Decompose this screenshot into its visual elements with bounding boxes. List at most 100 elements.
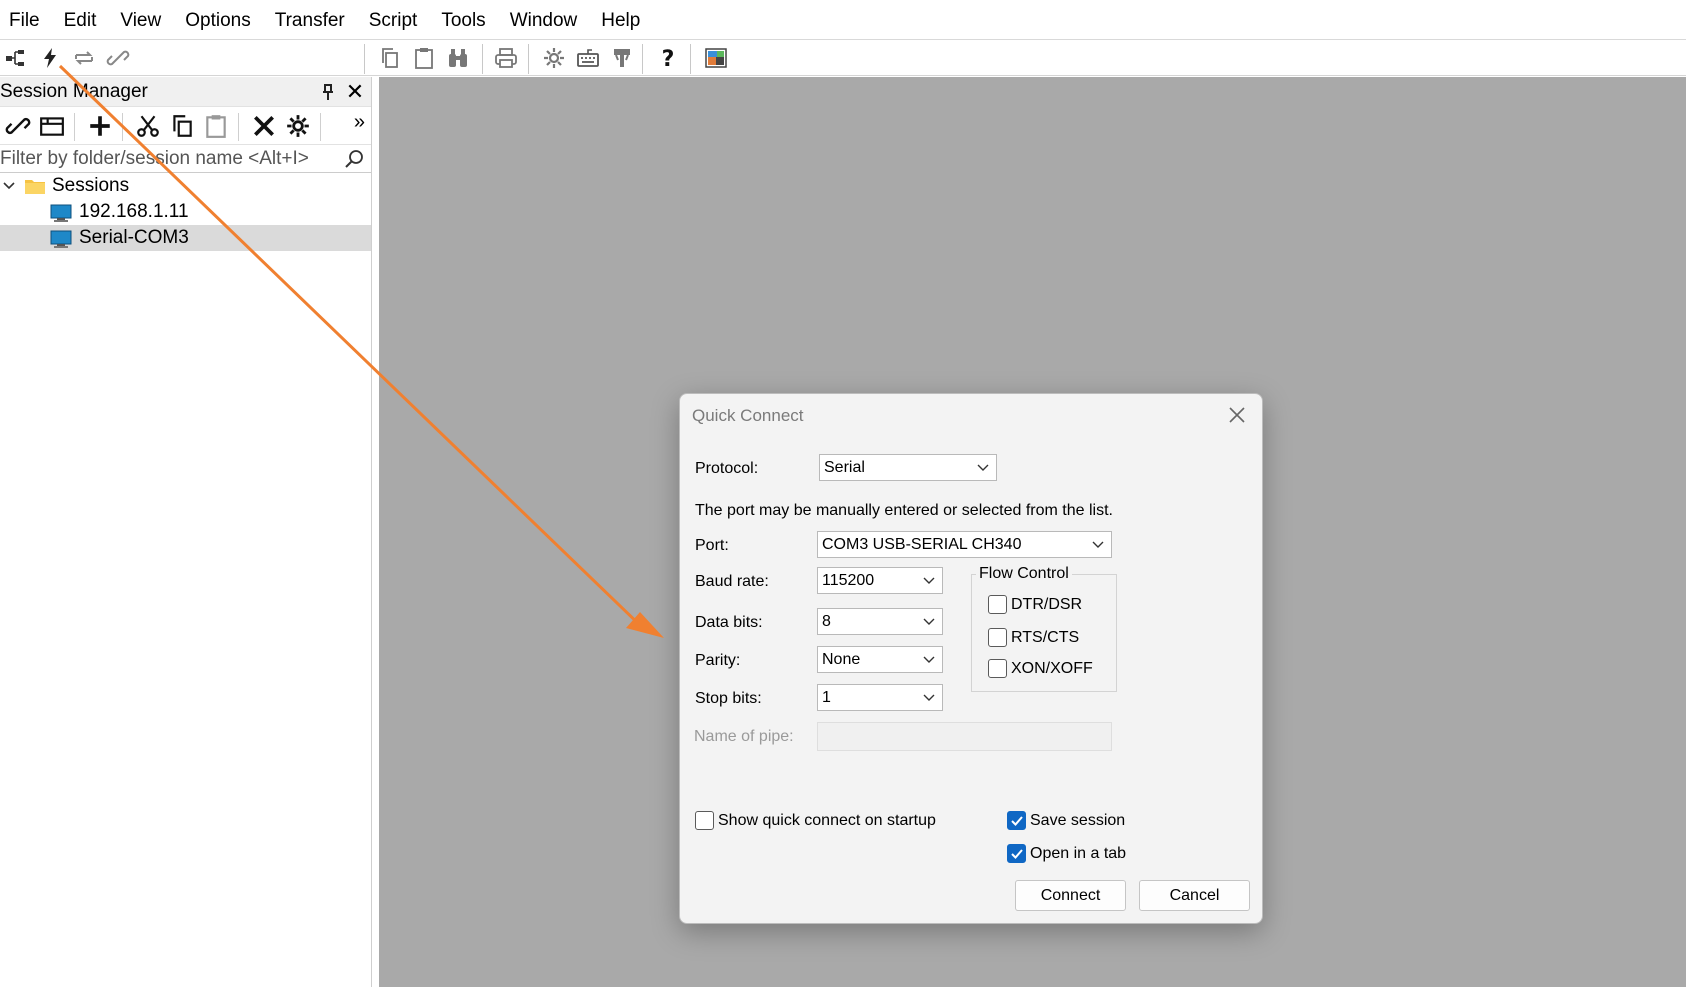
checkbox-box-checked	[1007, 811, 1026, 830]
connect-in-tab-session-icon[interactable]	[38, 112, 66, 140]
protocol-value: Serial	[824, 459, 865, 476]
cut-icon[interactable]	[134, 112, 162, 140]
xon-xoff-checkbox[interactable]: XON/XOFF	[988, 659, 1093, 678]
stop-bits-label: Stop bits:	[695, 690, 762, 707]
parity-label: Parity:	[695, 652, 741, 669]
session-manager-toolbar: »	[0, 107, 371, 145]
session-options-icon[interactable]	[540, 44, 568, 72]
data-bits-value: 8	[822, 613, 831, 630]
checkbox-box-checked	[1007, 844, 1026, 863]
flow-control-group: Flow Control DTR/DSR RTS/CTS XON/XOFF	[971, 565, 1117, 692]
filter-row	[0, 145, 371, 173]
chevron-down-icon[interactable]	[2, 179, 16, 193]
menu-tools[interactable]: Tools	[429, 0, 497, 40]
session-manager-title: Session Manager	[0, 80, 148, 102]
toolbar-separator	[642, 44, 643, 74]
copy-session-icon[interactable]	[168, 112, 196, 140]
monitor-icon	[50, 204, 72, 222]
parity-select[interactable]: None	[817, 646, 943, 673]
pin-icon[interactable]	[319, 83, 337, 101]
find-icon[interactable]	[444, 44, 472, 72]
search-icon[interactable]	[343, 148, 365, 170]
chevron-down-icon	[923, 577, 935, 584]
toolbar-separator	[690, 44, 691, 74]
toolbar-separator	[528, 44, 529, 74]
menu-transfer[interactable]: Transfer	[263, 0, 357, 40]
chevron-down-icon	[923, 656, 935, 663]
toolbar-separator	[122, 113, 123, 141]
tree-item-session[interactable]: 192.168.1.11	[0, 199, 371, 225]
connect-session-icon[interactable]	[4, 112, 32, 140]
checkbox-box	[988, 628, 1007, 647]
port-hint-text: The port may be manually entered or sele…	[695, 502, 1113, 519]
baud-rate-select[interactable]: 115200	[817, 567, 943, 594]
menu-options[interactable]: Options	[173, 0, 262, 40]
session-filter-input[interactable]	[0, 145, 340, 172]
data-bits-select[interactable]: 8	[817, 608, 943, 635]
menu-edit[interactable]: Edit	[52, 0, 109, 40]
menu-help[interactable]: Help	[589, 0, 652, 40]
disconnect-icon[interactable]	[104, 44, 132, 72]
tree-item-session-selected[interactable]: Serial-COM3	[0, 225, 371, 251]
open-in-tab-label: Open in a tab	[1030, 844, 1127, 862]
print-icon[interactable]	[492, 44, 520, 72]
pipe-name-input	[817, 722, 1112, 751]
paste-session-icon[interactable]	[202, 112, 230, 140]
quick-connect-icon[interactable]	[36, 44, 64, 72]
copy-icon[interactable]	[376, 44, 404, 72]
save-session-label: Save session	[1030, 811, 1126, 829]
main-toolbar: ?	[0, 40, 1686, 112]
close-panel-icon[interactable]: ✕	[345, 81, 365, 103]
data-bits-label: Data bits:	[695, 614, 763, 631]
folder-icon	[25, 180, 45, 194]
securefx-icon[interactable]	[702, 44, 730, 72]
xon-xoff-label: XON/XOFF	[1011, 659, 1093, 677]
paste-icon[interactable]	[410, 44, 438, 72]
new-session-icon[interactable]	[86, 112, 114, 140]
show-on-startup-checkbox[interactable]: Show quick connect on startup	[695, 811, 936, 830]
rts-cts-checkbox[interactable]: RTS/CTS	[988, 628, 1079, 647]
menu-view[interactable]: View	[108, 0, 173, 40]
baud-rate-label: Baud rate:	[695, 573, 769, 590]
stop-bits-select[interactable]: 1	[817, 684, 943, 711]
session-properties-icon[interactable]	[284, 112, 312, 140]
checkmark-icon	[1011, 816, 1023, 826]
connect-button[interactable]: Connect	[1015, 880, 1126, 911]
menu-window[interactable]: Window	[498, 0, 590, 40]
toolbar-separator	[238, 113, 239, 141]
chevron-down-icon	[977, 464, 989, 471]
chevron-down-icon	[923, 618, 935, 625]
session-manager-panel: Session Manager ✕ » Filter by folder/ses…	[0, 77, 372, 987]
checkbox-box	[988, 595, 1007, 614]
port-label: Port:	[695, 537, 729, 554]
tree-item-label: 192.168.1.11	[79, 201, 189, 222]
save-session-checkbox[interactable]: Save session	[1007, 811, 1125, 830]
more-tools-chevron-icon[interactable]: »	[354, 111, 365, 134]
close-icon[interactable]	[1226, 404, 1248, 426]
rts-cts-label: RTS/CTS	[1011, 628, 1080, 646]
menu-file[interactable]: File	[0, 0, 52, 40]
cancel-button[interactable]: Cancel	[1139, 880, 1250, 911]
svg-text:?: ?	[662, 47, 675, 70]
keymap-icon[interactable]	[574, 44, 602, 72]
parity-value: None	[822, 651, 861, 668]
pipe-name-label: Name of pipe:	[694, 728, 794, 745]
tree-item-label: Serial-COM3	[79, 227, 189, 248]
help-icon[interactable]: ?	[654, 44, 682, 72]
protocol-label: Protocol:	[695, 460, 759, 477]
port-select[interactable]: COM3 USB-SERIAL CH340	[817, 531, 1112, 558]
sftp-icon[interactable]	[608, 44, 636, 72]
stop-bits-value: 1	[822, 689, 831, 706]
delete-session-icon[interactable]	[250, 112, 278, 140]
connect-in-tab-icon[interactable]	[2, 44, 30, 72]
show-on-startup-label: Show quick connect on startup	[718, 811, 936, 829]
dtr-dsr-checkbox[interactable]: DTR/DSR	[988, 595, 1082, 614]
reconnect-icon[interactable]	[70, 44, 98, 72]
open-in-tab-checkbox[interactable]: Open in a tab	[1007, 844, 1126, 863]
menu-bar: File Edit View Options Transfer Script T…	[0, 0, 1686, 40]
menu-script[interactable]: Script	[357, 0, 430, 40]
tree-folder-sessions[interactable]: Sessions	[0, 173, 371, 199]
protocol-select[interactable]: Serial	[819, 454, 997, 481]
toolbar-separator	[320, 113, 321, 141]
flow-control-title: Flow Control	[976, 565, 1072, 583]
